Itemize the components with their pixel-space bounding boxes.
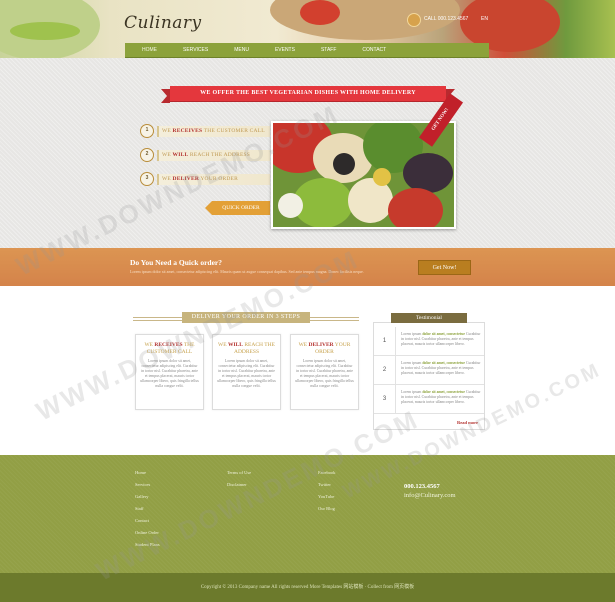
footer-link-disclaimer[interactable]: Disclaimer [227, 479, 251, 491]
get-now-button[interactable]: Get Now! [418, 260, 471, 275]
footer-link-twitter[interactable]: Twitter [318, 479, 336, 491]
footer-email[interactable]: info@Culinary.com [404, 492, 456, 499]
quick-order-button[interactable]: QUICK ORDER [205, 201, 270, 215]
step-number: 1 [140, 124, 154, 138]
copyright-bar: Copyright © 2013 Company name All rights… [0, 573, 615, 602]
testimonial-text: Lorem ipsum dolor sit amet, consectetur … [401, 390, 481, 404]
hero-ribbon: WE OFFER THE BEST VEGETARIAN DISHES WITH… [161, 86, 455, 103]
footer-phone: 000.123.4567 [404, 483, 440, 490]
footer-links-main: Home Services Gallery Staff Contact Onli… [135, 467, 160, 551]
footer-link-staff[interactable]: Staff [135, 503, 160, 515]
read-more-link[interactable]: Read more [457, 420, 478, 425]
phone-icon [407, 13, 421, 27]
footer-link-youtube[interactable]: YouTube [318, 491, 336, 503]
testimonial-text: Lorem ipsum dolor sit amet, consectetur … [401, 332, 481, 346]
footer-link-services[interactable]: Services [135, 479, 160, 491]
footer-link-contact[interactable]: Contact [135, 515, 160, 527]
site-header: Culinary CALL 000.123.4567 EN HOME SERVI… [0, 0, 615, 58]
band-subtitle: Lorem ipsum dolor sit amet, consectetur … [130, 269, 364, 274]
card-body: Lorem ipsum dolor sit amet, consectetur … [295, 359, 354, 388]
step-number: 3 [140, 172, 154, 186]
step-label: WE RECEIVES THE CUSTOMER CALL [157, 125, 270, 137]
footer-link-gallery[interactable]: Gallery [135, 491, 160, 503]
testimonial-box: 1 Lorem ipsum dolor sit amet, consectetu… [373, 322, 485, 430]
deliver-card-1: WE RECEIVES THE CUSTOMER CALL Lorem ipsu… [135, 334, 204, 410]
card-title: WE WILL REACH THE ADDRESS [218, 342, 275, 355]
footer-link-blog[interactable]: Our Blog [318, 503, 336, 515]
testimonial-row: 2 Lorem ipsum dolor sit amet, consectetu… [374, 356, 484, 385]
site-logo[interactable]: Culinary [124, 13, 202, 33]
deliver-card-2: WE WILL REACH THE ADDRESS Lorem ipsum do… [212, 334, 281, 410]
footer-link-facebook[interactable]: Facebook [318, 467, 336, 479]
nav-item-events[interactable]: EVENTS [266, 42, 304, 58]
nav-item-home[interactable]: HOME [133, 42, 166, 58]
nav-item-services[interactable]: SERVICES [174, 42, 217, 58]
step-number: 2 [140, 148, 154, 162]
testimonial-row: 1 Lorem ipsum dolor sit amet, consectetu… [374, 327, 484, 356]
header-greens [10, 22, 80, 40]
testimonial-row: 3 Lorem ipsum dolor sit amet, consectetu… [374, 385, 484, 414]
hero-step-3: 3 WE DELIVER YOUR ORDER [140, 172, 270, 186]
step-label: WE WILL REACH THE ADDRESS [157, 149, 270, 161]
language-switch[interactable]: EN [481, 16, 488, 22]
main-nav: HOME SERVICES MENU EVENTS STAFF CONTACT [125, 43, 489, 58]
card-title: WE RECEIVES THE CUSTOMER CALL [144, 342, 195, 355]
quick-order-band [0, 248, 615, 286]
testimonial-text: Lorem ipsum dolor sit amet, consectetur … [401, 361, 481, 375]
band-title: Do You Need a Quick order? [130, 258, 223, 267]
nav-item-menu[interactable]: MENU [225, 42, 258, 58]
testimonial-title: Testimonial [391, 313, 467, 323]
footer-link-online-order[interactable]: Online Order [135, 527, 160, 539]
footer-links-social: Facebook Twitter YouTube Our Blog [318, 467, 336, 515]
card-title: WE DELIVER YOUR ORDER [298, 342, 351, 355]
testimonial-number: 1 [374, 327, 396, 355]
site-footer [0, 455, 615, 573]
testimonial-number: 2 [374, 356, 396, 384]
nav-item-contact[interactable]: CONTACT [353, 42, 395, 58]
footer-link-terms[interactable]: Terms of Use [227, 467, 251, 479]
card-body: Lorem ipsum dolor sit amet, consectetur … [140, 359, 199, 388]
header-tomato [300, 0, 340, 25]
card-body: Lorem ipsum dolor sit amet, consectetur … [217, 359, 276, 388]
hero-step-1: 1 WE RECEIVES THE CUSTOMER CALL [140, 124, 270, 138]
header-phone: CALL 000.123.4567 [424, 16, 469, 22]
footer-link-student-plans[interactable]: Student Plans [135, 539, 160, 551]
deliver-card-3: WE DELIVER YOUR ORDER Lorem ipsum dolor … [290, 334, 359, 410]
nav-item-staff[interactable]: STAFF [312, 42, 345, 58]
testimonial-number: 3 [374, 385, 396, 413]
footer-links-legal: Terms of Use Disclaimer [227, 467, 251, 491]
step-label: WE DELIVER YOUR ORDER [157, 173, 270, 185]
footer-link-home[interactable]: Home [135, 467, 160, 479]
deliver-section-title: DELIVER YOUR ORDER IN 3 STEPS [133, 312, 359, 323]
hero-step-2: 2 WE WILL REACH THE ADDRESS [140, 148, 270, 162]
